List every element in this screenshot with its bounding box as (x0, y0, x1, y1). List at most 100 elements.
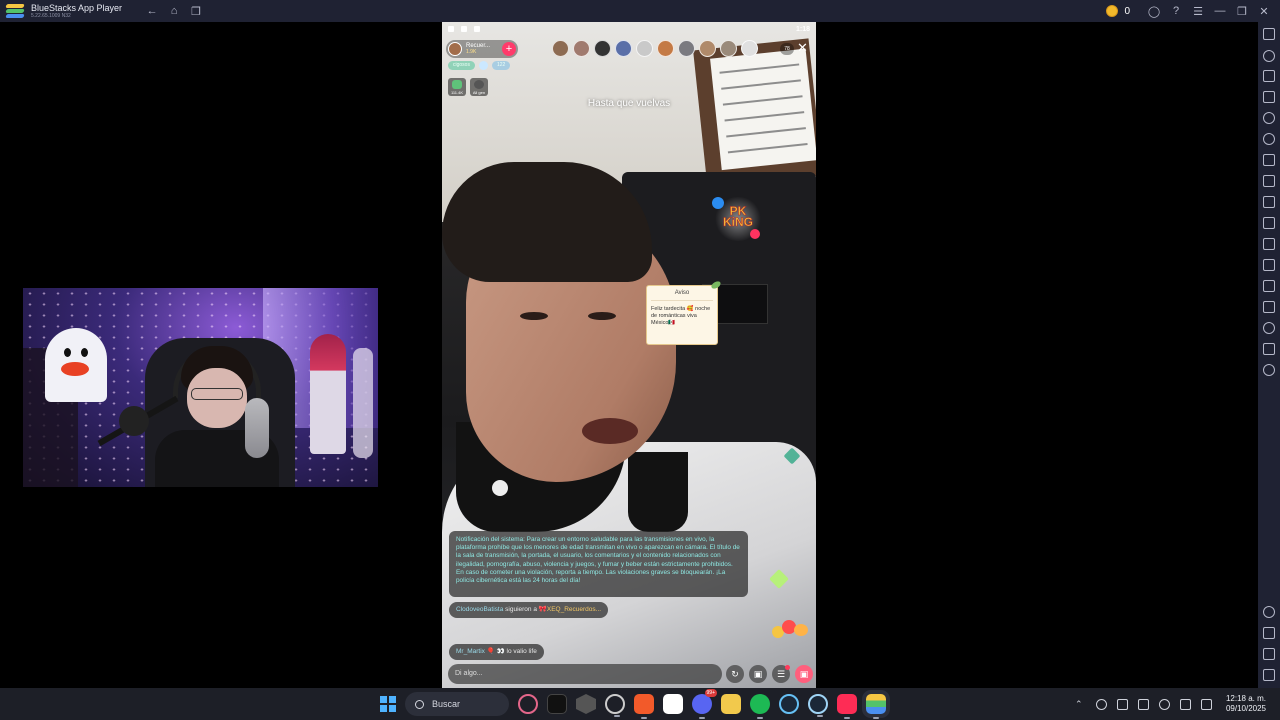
install-apk-icon[interactable] (1263, 112, 1275, 124)
viewer-count[interactable]: 78 (780, 43, 794, 55)
octopus-app-icon[interactable] (518, 694, 538, 714)
sync-icon[interactable] (1263, 280, 1275, 292)
sidebar-home-icon[interactable] (1263, 648, 1275, 660)
follow-target[interactable]: 🎀XEQ_Recuerdos... (539, 606, 601, 613)
network-icon[interactable] (1179, 698, 1191, 710)
ranking-badge[interactable]: 111.4K (448, 78, 466, 96)
shake-icon[interactable] (1263, 259, 1275, 271)
help-icon[interactable]: ? (1168, 3, 1184, 19)
app-title-block: BlueStacks App Player 5.22.65.1009 N32 (31, 3, 122, 19)
notification-icon (474, 26, 480, 32)
recents-icon[interactable]: ❐ (188, 3, 204, 19)
clock-date: 09/10/2025 (1225, 704, 1266, 713)
steam-icon[interactable] (779, 694, 799, 714)
macro-icon[interactable] (1263, 154, 1275, 166)
screenshot-icon[interactable] (1263, 196, 1275, 208)
viewer-avatar (615, 40, 632, 57)
close-window-icon[interactable]: ✕ (1256, 3, 1272, 19)
bluestacks-taskbar-icon[interactable] (866, 694, 886, 719)
defender-icon[interactable] (1116, 698, 1128, 710)
system-notification: Notificación del sistema: Para crear un … (449, 531, 748, 597)
fan-level-icon (478, 61, 488, 70)
taskbar-search[interactable]: Buscar (405, 692, 509, 716)
steam-beta-icon[interactable] (808, 694, 828, 717)
chevron-up-icon[interactable]: ⌃ (1075, 699, 1086, 710)
keyboard-controls-icon[interactable] (1263, 70, 1275, 82)
discord-icon[interactable]: 99+ (692, 689, 717, 719)
viewer-avatar (678, 40, 695, 57)
record-icon[interactable] (1263, 217, 1275, 229)
location-icon[interactable] (1263, 322, 1275, 334)
microphone-icon[interactable] (1158, 698, 1170, 710)
eco-mode-icon[interactable] (1263, 301, 1275, 313)
tiktok-icon[interactable] (837, 694, 857, 719)
clock-time: 12:18 a. m. (1225, 694, 1266, 703)
onedrive-icon[interactable] (1095, 698, 1107, 710)
volume-icon[interactable] (1263, 50, 1275, 62)
file-explorer-icon[interactable] (721, 694, 741, 714)
rotate-icon[interactable] (1263, 133, 1275, 145)
gift-icon[interactable]: ▣ (795, 665, 813, 683)
minimize-icon[interactable]: — (1212, 3, 1228, 19)
pk-king-badge[interactable]: PK KiNG (712, 197, 762, 241)
unity-icon[interactable] (547, 694, 567, 714)
app-version: 5.22.65.1009 N32 (31, 12, 71, 19)
capcut-icon[interactable] (663, 694, 683, 714)
back-arrow-icon[interactable]: ← (144, 3, 160, 19)
song-title: Hasta que vuelvas (587, 98, 671, 109)
host-info[interactable]: Recuer... 1.9K + (446, 40, 518, 58)
account-icon[interactable]: ◯ (1146, 3, 1162, 19)
viewer-avatar (636, 40, 653, 57)
speaker-icon[interactable] (1200, 698, 1212, 710)
multi-instance-icon[interactable] (1263, 175, 1275, 187)
notice-title: Aviso (651, 286, 713, 301)
gamepad-icon[interactable] (1263, 91, 1275, 103)
layers-icon[interactable] (1263, 343, 1275, 355)
notice-card[interactable]: Aviso Feliz tardecita 🥰 noche de románti… (646, 279, 722, 345)
sidebar-back-icon[interactable] (1263, 627, 1275, 639)
gen-badge[interactable]: All gen (470, 78, 488, 96)
bluestacks-titlebar: BlueStacks App Player 5.22.65.1009 N32 ←… (0, 0, 1280, 22)
settings-gear-icon[interactable] (1263, 606, 1275, 618)
home-icon[interactable]: ⌂ (166, 3, 182, 19)
ghost-decoration (45, 328, 107, 402)
follow-message: ClodoveoBatista siguieron a 🎀XEQ_Recuerd… (449, 602, 609, 618)
chat-text: 🎈 👀 lo valio life (484, 648, 537, 655)
viewer-avatars[interactable] (552, 40, 758, 57)
webcam-feed (23, 288, 378, 487)
brave-browser-icon[interactable] (634, 694, 654, 719)
viewer-avatar (573, 40, 590, 57)
performance-icon[interactable] (1263, 364, 1275, 376)
windows-start-icon[interactable] (380, 696, 396, 712)
bluestacks-logo (5, 4, 25, 18)
battery-icon[interactable] (1137, 698, 1149, 710)
follow-user[interactable]: ClodoveoBatista (456, 606, 503, 613)
follow-button[interactable]: + (502, 42, 516, 56)
notification-icon (448, 26, 454, 32)
fullscreen-icon[interactable] (1263, 28, 1275, 40)
viewer-avatar (552, 40, 569, 57)
spotify-icon[interactable] (750, 694, 770, 719)
comment-input[interactable]: Di algo... (448, 664, 722, 684)
fan-club-tag[interactable]: cigosos (448, 61, 475, 70)
menu-icon[interactable]: ☰ (1190, 3, 1206, 19)
close-stream-icon[interactable]: ✕ (797, 40, 808, 56)
chat-user[interactable]: Mr_Martix (456, 648, 485, 655)
coin-icon[interactable] (1106, 5, 1119, 17)
more-menu-icon[interactable]: ☰ (772, 665, 790, 683)
host-followers: 1.9K (466, 49, 477, 55)
viewer-avatar (741, 40, 758, 57)
notification-icon (461, 26, 467, 32)
pk-mode-icon[interactable]: ▣ (749, 665, 767, 683)
sidebar-recents-icon[interactable] (1263, 669, 1275, 681)
host-avatar[interactable] (448, 42, 462, 56)
app-hex-icon[interactable] (576, 694, 596, 714)
viewer-avatar (657, 40, 674, 57)
share-icon[interactable]: ↻ (726, 665, 744, 683)
rank-tag[interactable]: 122 (491, 61, 511, 70)
restore-icon[interactable]: ❐ (1234, 3, 1250, 19)
taskbar-clock[interactable]: 12:18 a. m. 09/10/2025 (1226, 694, 1266, 714)
obs-icon[interactable] (605, 694, 625, 717)
viewer-avatar (594, 40, 611, 57)
media-folder-icon[interactable] (1263, 238, 1275, 250)
